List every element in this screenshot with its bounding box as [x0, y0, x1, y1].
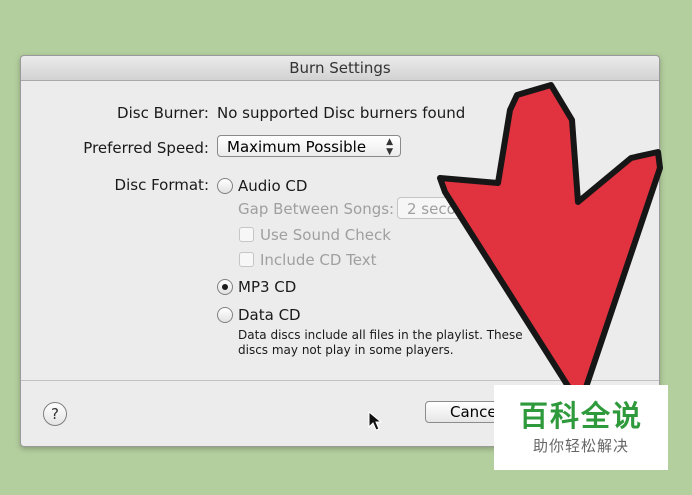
mouse-pointer-icon: [368, 411, 382, 431]
watermark-title: 百科全说: [518, 399, 643, 433]
watermark: 百科全说 助你轻松解决: [494, 385, 668, 470]
watermark-subtitle: 助你轻松解决: [532, 437, 629, 455]
